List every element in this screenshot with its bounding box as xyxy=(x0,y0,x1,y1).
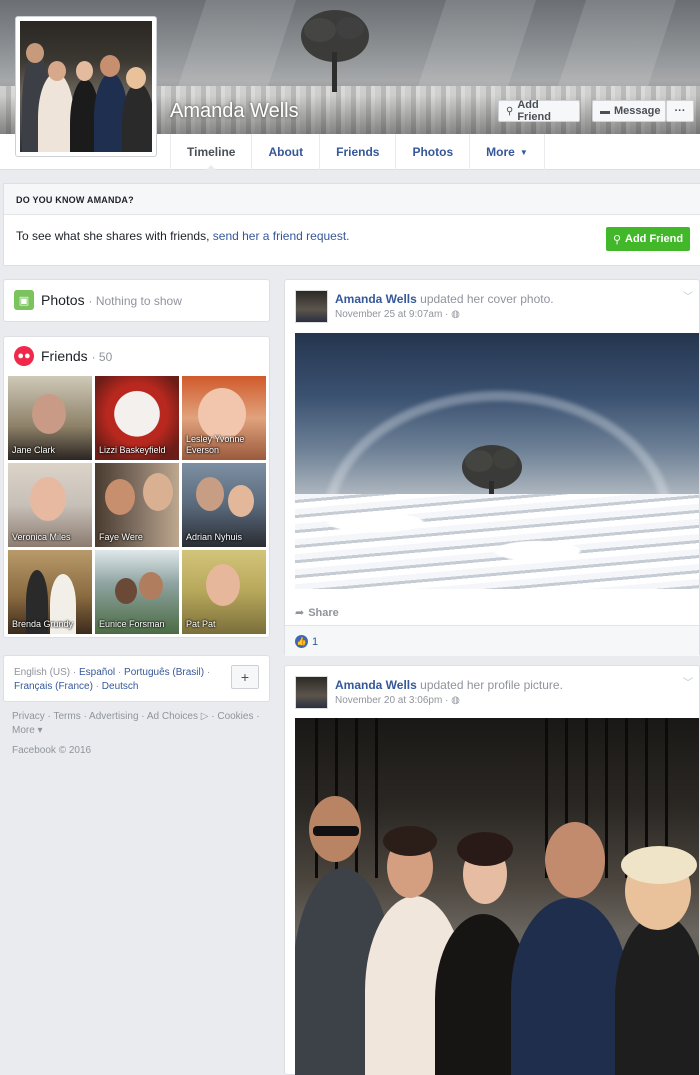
post-header: Amanda Wells updated her cover photo. xyxy=(335,292,554,306)
friend-tile[interactable]: Pat Pat xyxy=(182,550,266,634)
friend-tile[interactable]: Lesley Yvonne Everson xyxy=(182,376,266,460)
post-header: Amanda Wells updated her profile picture… xyxy=(335,678,563,692)
profile-picture[interactable] xyxy=(15,16,157,157)
more-options-button[interactable]: ··· xyxy=(666,100,694,122)
photos-icon: ▣ xyxy=(14,290,34,310)
chevron-down-icon[interactable]: ﹀ xyxy=(683,674,693,689)
message-icon: ▬ xyxy=(600,105,610,117)
like-count[interactable]: 👍 1 xyxy=(295,635,318,648)
tree-silhouette xyxy=(301,10,369,92)
friend-tile[interactable]: Eunice Forsman xyxy=(95,550,179,634)
friends-section: ●● Friends · 50 Jane Clark Lizzi Baskeyf… xyxy=(3,336,270,638)
profile-picture-image[interactable] xyxy=(295,718,699,1075)
friend-tile[interactable]: Veronica Miles xyxy=(8,463,92,547)
profile-name[interactable]: Amanda Wells xyxy=(170,100,299,123)
friend-tile[interactable]: Brenda Grundy xyxy=(8,550,92,634)
tab-timeline[interactable]: Timeline xyxy=(170,134,251,171)
post-author-link[interactable]: Amanda Wells xyxy=(335,292,417,306)
language-link-fr[interactable]: Français (France) xyxy=(14,681,93,692)
footer-links[interactable]: Privacy · Terms · Advertising · Ad Choic… xyxy=(12,710,267,738)
chevron-down-icon[interactable]: ﹀ xyxy=(683,288,693,303)
like-thumb-icon: 👍 xyxy=(295,635,308,648)
add-friend-icon: ⚲ xyxy=(612,233,621,246)
post-timestamp[interactable]: November 20 at 3:06pm · ◍ xyxy=(335,695,460,706)
add-language-button[interactable]: + xyxy=(231,665,259,689)
friend-tile[interactable]: Faye Were xyxy=(95,463,179,547)
language-selector: English (US) · Español · Português (Bras… xyxy=(3,655,270,702)
add-friend-green-button[interactable]: ⚲ Add Friend xyxy=(606,227,690,251)
share-arrow-icon: ➦ xyxy=(295,607,305,619)
add-friend-icon: ⚲ xyxy=(506,105,514,117)
reactions-bar: 👍 1 xyxy=(285,625,699,656)
copyright: Facebook © 2016 xyxy=(12,745,92,756)
tab-friends[interactable]: Friends xyxy=(319,134,395,170)
friends-section-title[interactable]: Friends xyxy=(41,348,88,364)
share-button[interactable]: ➦ Share xyxy=(295,606,339,620)
post-timestamp[interactable]: November 25 at 9:07am · ◍ xyxy=(335,309,460,320)
globe-icon: ◍ xyxy=(451,695,460,706)
caret-down-icon: ▼ xyxy=(519,147,528,157)
tab-more[interactable]: More ▼ xyxy=(469,134,545,170)
timeline-post: Amanda Wells updated her cover photo. No… xyxy=(284,279,700,656)
language-link-pt[interactable]: Português (Brasil) xyxy=(124,667,204,678)
photos-section: ▣ Photos · Nothing to show xyxy=(3,279,270,322)
friend-tile[interactable]: Lizzi Baskeyfield xyxy=(95,376,179,460)
post-author-avatar[interactable] xyxy=(295,290,328,323)
language-link-de[interactable]: Deutsch xyxy=(102,681,139,692)
tab-photos[interactable]: Photos xyxy=(395,134,469,170)
send-friend-request-link[interactable]: send her a friend request. xyxy=(213,229,350,243)
add-friend-button[interactable]: ⚲ Add Friend xyxy=(498,99,580,123)
message-button[interactable]: ▬ Message xyxy=(592,100,666,122)
friends-icon: ●● xyxy=(14,346,34,366)
do-you-know-heading: DO YOU KNOW AMANDA? xyxy=(4,184,700,215)
photos-section-title[interactable]: Photos xyxy=(41,292,85,308)
friend-tile[interactable]: Adrian Nyhuis xyxy=(182,463,266,547)
friend-tile[interactable]: Jane Clark xyxy=(8,376,92,460)
friend-request-prompt: To see what she shares with friends, sen… xyxy=(16,229,350,243)
cover-photo-image[interactable] xyxy=(295,333,699,589)
timeline-post: Amanda Wells updated her profile picture… xyxy=(284,665,700,1075)
post-author-link[interactable]: Amanda Wells xyxy=(335,678,417,692)
tab-about[interactable]: About xyxy=(251,134,319,170)
footer: Privacy · Terms · Advertising · Ad Choic… xyxy=(12,710,267,758)
post-author-avatar[interactable] xyxy=(295,676,328,709)
language-link-es[interactable]: Español xyxy=(79,667,115,678)
globe-icon: ◍ xyxy=(451,309,460,320)
do-you-know-panel: DO YOU KNOW AMANDA? To see what she shar… xyxy=(3,183,700,266)
